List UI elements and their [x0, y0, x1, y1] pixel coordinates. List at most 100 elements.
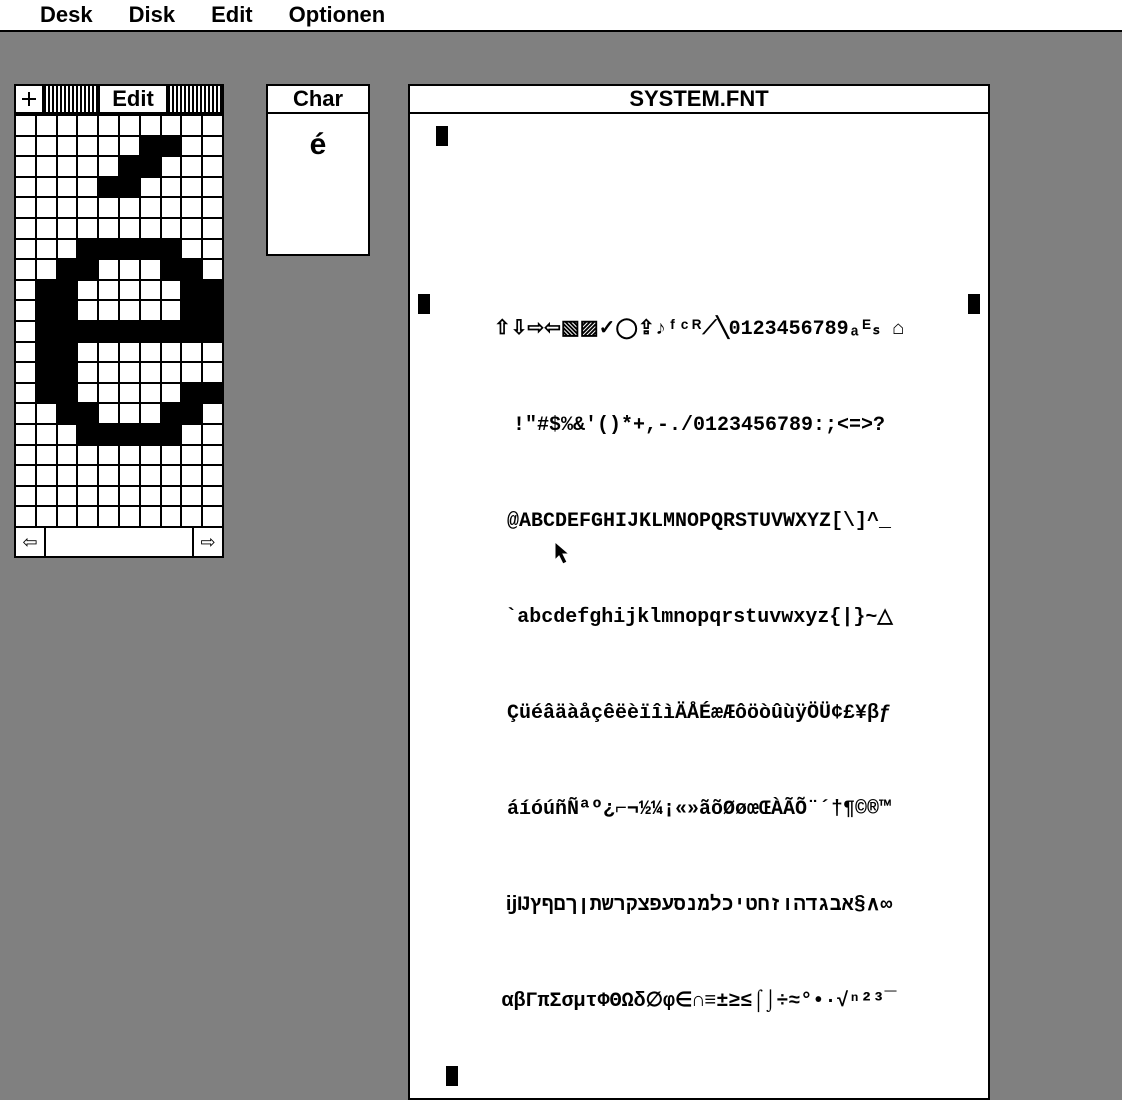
pixel-cell[interactable]: [16, 507, 35, 526]
charset-row[interactable]: !"#$%&'()*+,-./0123456789:;<=>?: [446, 410, 952, 442]
pixel-cell[interactable]: [37, 281, 56, 300]
pixel-cell[interactable]: [78, 219, 97, 238]
pixel-cell[interactable]: [78, 116, 97, 135]
pixel-cell[interactable]: [203, 507, 222, 526]
pixel-cell[interactable]: [182, 116, 201, 135]
pixel-cell[interactable]: [99, 343, 118, 362]
pixel-cell[interactable]: [182, 487, 201, 506]
pixel-cell[interactable]: [99, 425, 118, 444]
pixel-cell[interactable]: [203, 137, 222, 156]
pixel-cell[interactable]: [78, 260, 97, 279]
pixel-cell[interactable]: [141, 178, 160, 197]
pixel-cell[interactable]: [162, 178, 181, 197]
pixel-cell[interactable]: [37, 363, 56, 382]
pixel-cell[interactable]: [58, 198, 77, 217]
pixel-cell[interactable]: [141, 404, 160, 423]
pixel-cell[interactable]: [120, 281, 139, 300]
pixel-cell[interactable]: [203, 198, 222, 217]
pixel-cell[interactable]: [162, 157, 181, 176]
menu-optionen[interactable]: Optionen: [289, 2, 386, 28]
pixel-cell[interactable]: [37, 404, 56, 423]
pixel-cell[interactable]: [78, 507, 97, 526]
pixel-cell[interactable]: [58, 260, 77, 279]
charset-row[interactable]: ĳĲאבגדהוזחטיכלמנסעפצקרשתןךםףץ§∧∞: [446, 890, 952, 922]
pixel-cell[interactable]: [78, 281, 97, 300]
charset-row[interactable]: `abcdefghijklmnopqrstuvwxyz{|}~△: [446, 602, 952, 634]
charset-row[interactable]: ÇüéâäàåçêëèïîìÄÅÉæÆôöòûùÿÖÜ¢£¥βƒ: [446, 698, 952, 730]
pixel-cell[interactable]: [141, 157, 160, 176]
pixel-cell[interactable]: [141, 363, 160, 382]
pixel-cell[interactable]: [141, 384, 160, 403]
menu-disk[interactable]: Disk: [129, 2, 175, 28]
pixel-cell[interactable]: [203, 281, 222, 300]
pixel-cell[interactable]: [141, 198, 160, 217]
menu-desk[interactable]: Desk: [40, 2, 93, 28]
pixel-cell[interactable]: [99, 466, 118, 485]
pixel-cell[interactable]: [162, 343, 181, 362]
pixel-cell[interactable]: [78, 343, 97, 362]
charset-row[interactable]: @ABCDEFGHIJKLMNOPQRSTUVWXYZ[\]^_: [446, 506, 952, 538]
pixel-cell[interactable]: [37, 301, 56, 320]
edit-window-titlebar[interactable]: Edit: [16, 86, 222, 114]
pixel-cell[interactable]: [78, 425, 97, 444]
pixel-cell[interactable]: [162, 507, 181, 526]
pixel-cell[interactable]: [120, 384, 139, 403]
pixel-cell[interactable]: [16, 260, 35, 279]
pixel-cell[interactable]: [203, 363, 222, 382]
pixel-cell[interactable]: [203, 446, 222, 465]
pixel-cell[interactable]: [141, 446, 160, 465]
pixel-cell[interactable]: [182, 157, 201, 176]
pixel-cell[interactable]: [58, 487, 77, 506]
pixel-cell[interactable]: [16, 198, 35, 217]
pixel-cell[interactable]: [203, 240, 222, 259]
pixel-cell[interactable]: [120, 466, 139, 485]
pixel-cell[interactable]: [58, 466, 77, 485]
pixel-cell[interactable]: [58, 281, 77, 300]
pixel-cell[interactable]: [37, 507, 56, 526]
pixel-cell[interactable]: [37, 466, 56, 485]
pixel-cell[interactable]: [162, 404, 181, 423]
charset-row[interactable]: αβΓπΣσμτΦΘΩδ∅φ∈∩≡±≥≤⌠⌡÷≈°•·√ⁿ²³¯: [446, 986, 952, 1018]
pixel-cell[interactable]: [120, 487, 139, 506]
pixel-cell[interactable]: [37, 198, 56, 217]
pixel-cell[interactable]: [203, 301, 222, 320]
pixel-cell[interactable]: [37, 425, 56, 444]
pixel-cell[interactable]: [120, 507, 139, 526]
pixel-cell[interactable]: [16, 487, 35, 506]
pixel-cell[interactable]: [203, 487, 222, 506]
pixel-cell[interactable]: [182, 240, 201, 259]
pixel-cell[interactable]: [141, 219, 160, 238]
pixel-cell[interactable]: [99, 404, 118, 423]
pixel-cell[interactable]: [120, 322, 139, 341]
pixel-cell[interactable]: [16, 466, 35, 485]
pixel-cell[interactable]: [58, 178, 77, 197]
close-icon[interactable]: [16, 86, 44, 112]
pixel-cell[interactable]: [58, 507, 77, 526]
pixel-cell[interactable]: [78, 363, 97, 382]
pixel-cell[interactable]: [182, 322, 201, 341]
pixel-cell[interactable]: [16, 322, 35, 341]
pixel-cell[interactable]: [78, 404, 97, 423]
pixel-cell[interactable]: [78, 466, 97, 485]
pixel-cell[interactable]: [182, 343, 201, 362]
pixel-cell[interactable]: [37, 446, 56, 465]
pixel-cell[interactable]: [37, 116, 56, 135]
pixel-cell[interactable]: [162, 137, 181, 156]
pixel-cell[interactable]: [182, 384, 201, 403]
pixel-cell[interactable]: [78, 157, 97, 176]
pixel-cell[interactable]: [16, 137, 35, 156]
pixel-cell[interactable]: [203, 322, 222, 341]
pixel-cell[interactable]: [162, 281, 181, 300]
pixel-cell[interactable]: [58, 301, 77, 320]
pixel-cell[interactable]: [162, 425, 181, 444]
pixel-cell[interactable]: [58, 425, 77, 444]
pixel-cell[interactable]: [16, 116, 35, 135]
pixel-cell[interactable]: [58, 343, 77, 362]
pixel-cell[interactable]: [120, 157, 139, 176]
pixel-cell[interactable]: [203, 343, 222, 362]
pixel-cell[interactable]: [120, 219, 139, 238]
pixel-cell[interactable]: [203, 404, 222, 423]
pixel-cell[interactable]: [182, 425, 201, 444]
pixel-cell[interactable]: [120, 404, 139, 423]
pixel-cell[interactable]: [78, 384, 97, 403]
